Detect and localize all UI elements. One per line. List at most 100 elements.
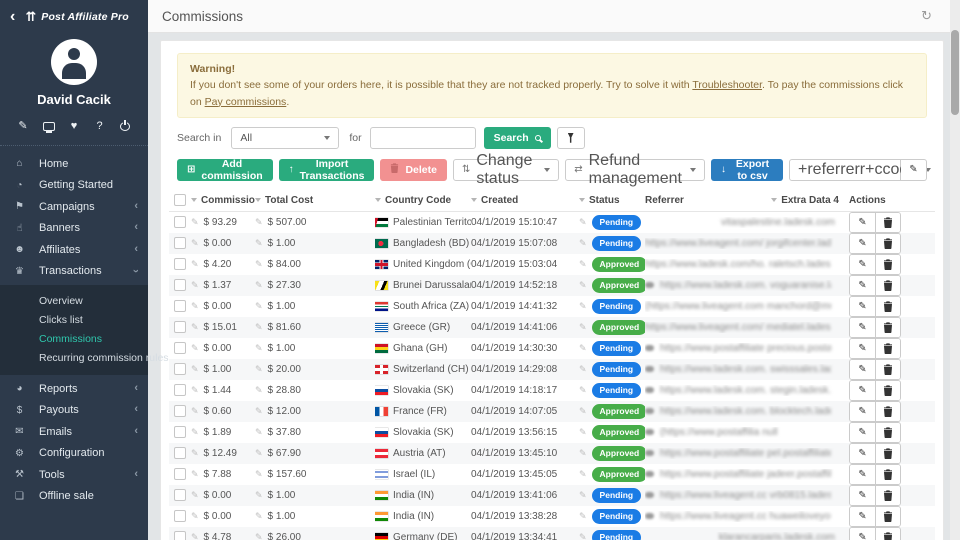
help-icon[interactable]: ?	[93, 120, 107, 132]
edit-row-button[interactable]: ✎	[850, 234, 875, 253]
sidebar-subitem-commissions[interactable]: Commissions	[0, 330, 148, 349]
edit-inline-icon[interactable]: ✎	[579, 238, 587, 249]
edit-inline-icon[interactable]: ✎	[191, 238, 199, 249]
edit-inline-icon[interactable]: ✎	[191, 532, 199, 540]
referrer-link[interactable]: https://www.liveagent.com/ mediatel.lade…	[645, 322, 831, 333]
edit-inline-icon[interactable]: ✎	[579, 385, 587, 396]
sidebar-subitem-recurring-commission-rules[interactable]: Recurring commission rules	[0, 349, 148, 368]
referrer-link[interactable]: klarancarparis.ladesk.com	[719, 532, 835, 540]
sidebar-item-offline-sale[interactable]: ❏ Offline sale	[0, 486, 148, 508]
edit-inline-icon[interactable]: ✎	[579, 406, 587, 417]
edit-inline-icon[interactable]: ✎	[191, 280, 199, 291]
header-total-cost[interactable]: Total Cost	[255, 195, 375, 206]
sidebar-item-configuration[interactable]: ⚙ Configuration	[0, 443, 148, 465]
referrer-link[interactable]: https://www.postaffiliate pel.postaffili…	[660, 448, 831, 459]
row-checkbox[interactable]	[174, 447, 186, 459]
referrer-link[interactable]: (https://www.liveagent.com manchord@mute…	[645, 301, 831, 312]
edit-inline-icon[interactable]: ✎	[579, 511, 587, 522]
edit-row-button[interactable]: ✎	[850, 381, 875, 400]
edit-inline-icon[interactable]: ✎	[255, 259, 263, 270]
delete-row-button[interactable]	[875, 360, 900, 379]
edit-inline-icon[interactable]: ✎	[255, 406, 263, 417]
sidebar-item-home[interactable]: ⌂ Home	[0, 153, 148, 175]
row-checkbox[interactable]	[174, 510, 186, 522]
sidebar-subitem-overview[interactable]: Overview	[0, 292, 148, 311]
refresh-icon[interactable]: ↻	[921, 8, 932, 24]
referrer-link[interactable]: https://www.ladesk.com. stegin.ladesk.co…	[660, 385, 831, 396]
referrer-link[interactable]: vitaspalestine.ladesk.com	[721, 217, 835, 228]
edit-row-button[interactable]: ✎	[850, 213, 875, 232]
row-checkbox[interactable]	[174, 258, 186, 270]
delete-row-button[interactable]	[875, 507, 900, 526]
edit-inline-icon[interactable]: ✎	[579, 322, 587, 333]
sidebar-item-banners[interactable]: ☝ Banners ‹	[0, 218, 148, 240]
edit-inline-icon[interactable]: ✎	[579, 259, 587, 270]
delete-row-button[interactable]	[875, 381, 900, 400]
edit-inline-icon[interactable]: ✎	[579, 448, 587, 459]
sidebar-item-emails[interactable]: ✉ Emails ‹	[0, 421, 148, 443]
row-checkbox[interactable]	[174, 405, 186, 417]
edit-row-button[interactable]: ✎	[850, 486, 875, 505]
edit-inline-icon[interactable]: ✎	[191, 217, 199, 228]
row-checkbox[interactable]	[174, 468, 186, 480]
row-checkbox[interactable]	[174, 426, 186, 438]
row-checkbox[interactable]	[174, 342, 186, 354]
referrer-link[interactable]: https://www.ladesk.com. blocktech.ladesk…	[660, 406, 831, 417]
row-checkbox[interactable]	[174, 489, 186, 501]
export-csv-button[interactable]: ↓Export to csv	[711, 159, 783, 181]
scrollbar-thumb[interactable]	[951, 30, 959, 115]
pay-commissions-link[interactable]: Pay commissions	[205, 96, 287, 108]
edit-inline-icon[interactable]: ✎	[255, 217, 263, 228]
delete-row-button[interactable]	[875, 486, 900, 505]
edit-inline-icon[interactable]: ✎	[191, 490, 199, 501]
delete-row-button[interactable]	[875, 402, 900, 421]
edit-inline-icon[interactable]: ✎	[255, 469, 263, 480]
edit-row-button[interactable]: ✎	[850, 423, 875, 442]
monitor-icon[interactable]	[42, 120, 56, 132]
delete-row-button[interactable]	[875, 423, 900, 442]
refund-management-dropdown[interactable]: ⇄ Refund management	[565, 159, 705, 181]
edit-row-button[interactable]: ✎	[850, 465, 875, 484]
delete-row-button[interactable]	[875, 444, 900, 463]
edit-inline-icon[interactable]: ✎	[255, 427, 263, 438]
referrer-link[interactable]: (https://www.postaffilia null	[660, 427, 778, 438]
edit-inline-icon[interactable]: ✎	[579, 490, 587, 501]
row-checkbox[interactable]	[174, 531, 186, 540]
edit-inline-icon[interactable]: ✎	[191, 511, 199, 522]
edit-inline-icon[interactable]: ✎	[579, 343, 587, 354]
edit-inline-icon[interactable]: ✎	[255, 280, 263, 291]
power-icon[interactable]	[118, 120, 132, 132]
edit-inline-icon[interactable]: ✎	[579, 364, 587, 375]
edit-inline-icon[interactable]: ✎	[191, 427, 199, 438]
edit-inline-icon[interactable]: ✎	[191, 343, 199, 354]
columns-select[interactable]: +referrerr+ccode	[789, 159, 901, 181]
edit-row-button[interactable]: ✎	[850, 444, 875, 463]
search-term-input[interactable]	[370, 127, 476, 149]
search-in-select[interactable]: All	[231, 127, 339, 149]
health-heart-icon[interactable]: ♥	[67, 120, 81, 132]
sidebar-item-payouts[interactable]: $ Payouts ‹	[0, 400, 148, 422]
referrer-link[interactable]: https://www.ladesk.com/ho. raletsch.lade…	[645, 259, 831, 270]
edit-row-button[interactable]: ✎	[850, 297, 875, 316]
edit-inline-icon[interactable]: ✎	[255, 343, 263, 354]
referrer-link[interactable]: https://www.postaffiliate jadeer.postaff…	[660, 469, 831, 480]
row-checkbox[interactable]	[174, 237, 186, 249]
select-all-checkbox[interactable]	[174, 194, 186, 206]
sidebar-item-reports[interactable]: ◕ Reports ‹	[0, 378, 148, 400]
troubleshooter-link[interactable]: Troubleshooter	[692, 79, 762, 91]
edit-inline-icon[interactable]: ✎	[579, 427, 587, 438]
edit-inline-icon[interactable]: ✎	[255, 490, 263, 501]
edit-row-button[interactable]: ✎	[850, 402, 875, 421]
row-checkbox[interactable]	[174, 321, 186, 333]
add-commission-button[interactable]: ⊞Add commission	[177, 159, 273, 181]
row-checkbox[interactable]	[174, 384, 186, 396]
edit-inline-icon[interactable]: ✎	[255, 448, 263, 459]
sidebar-subitem-clicks-list[interactable]: Clicks list	[0, 311, 148, 330]
edit-row-button[interactable]: ✎	[850, 339, 875, 358]
header-referrer[interactable]: Referrer Extra Data 4	[645, 195, 849, 206]
collapse-sidebar-icon[interactable]: ‹	[10, 9, 15, 25]
delete-row-button[interactable]	[875, 318, 900, 337]
delete-row-button[interactable]	[875, 465, 900, 484]
edit-inline-icon[interactable]: ✎	[579, 301, 587, 312]
header-extra-data-4[interactable]: Extra Data 4	[771, 195, 839, 206]
